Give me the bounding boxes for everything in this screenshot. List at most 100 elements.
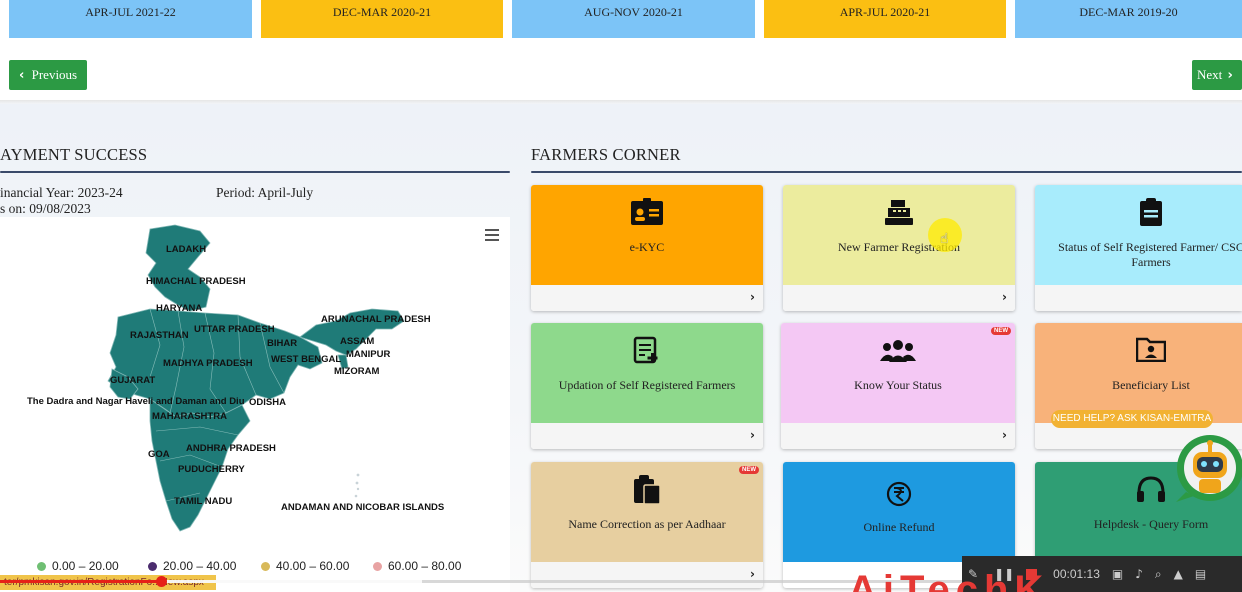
next-label: Next xyxy=(1197,67,1223,82)
financial-year: inancial Year: 2023-24 xyxy=(0,185,123,200)
tile-label: New Farmer Registration xyxy=(838,240,960,254)
installment-period: AUG-NOV 2020-21 xyxy=(584,5,683,19)
state-map-panel: LADAKH HIMACHAL PRADESH HARYANA RAJASTHA… xyxy=(0,217,510,592)
map-label-ladakh: LADAKH xyxy=(166,244,207,255)
payment-title-underline xyxy=(0,171,510,173)
installment-card-4[interactable]: APR-JUL 2020-21 xyxy=(764,0,1006,38)
video-buffer-bar xyxy=(161,580,423,583)
legend-dot-icon xyxy=(37,561,46,571)
tile-label: Know Your Status xyxy=(854,378,942,392)
chat-icon[interactable]: ▤ xyxy=(1195,567,1206,581)
map-label-tamil-nadu: TAMIL NADU xyxy=(174,496,233,507)
map-label-andaman: ANDAMAN AND NICOBAR ISLANDS xyxy=(281,502,445,513)
installment-period: DEC-MAR 2020-21 xyxy=(332,5,432,19)
chatbot-robot-icon[interactable] xyxy=(1172,432,1242,504)
map-label-rajasthan: RAJASTHAN xyxy=(130,330,189,341)
tile-beneficiary-list[interactable]: Beneficiary List xyxy=(1035,323,1242,449)
previous-label: Previous xyxy=(31,67,78,82)
map-label-puducherry: PUDUCHERRY xyxy=(178,464,245,475)
highlight-icon[interactable]: ▲ xyxy=(1174,567,1183,581)
id-card-icon xyxy=(531,198,763,231)
tile-status-self-registered[interactable]: Status of Self Registered Farmer/ CSC Fa… xyxy=(1035,185,1242,311)
cash-register-icon xyxy=(783,198,1015,231)
map-label-arunachal: ARUNACHAL PRADESH xyxy=(321,314,431,325)
users-icon xyxy=(781,339,1015,368)
chevron-right-icon: › xyxy=(750,290,755,304)
tile-label: Name Correction as per Aadhaar xyxy=(568,517,726,531)
chevron-right-icon: › xyxy=(1227,68,1233,83)
tile-know-your-status[interactable]: NEW Know Your Status › xyxy=(781,323,1015,449)
installment-period: APR-JUL 2020-21 xyxy=(839,5,931,19)
chevron-right-icon: › xyxy=(1002,428,1007,442)
installment-card-3[interactable]: AUG-NOV 2020-21 xyxy=(512,0,755,38)
map-north xyxy=(145,224,211,312)
legend-label: 60.00 – 80.00 xyxy=(388,559,462,573)
tile-label: Beneficiary List xyxy=(1112,378,1190,392)
legend-label: 40.00 – 60.00 xyxy=(276,559,350,573)
map-label-manipur: MANIPUR xyxy=(346,349,391,360)
clipboard-icon xyxy=(1035,198,1242,231)
new-badge: NEW xyxy=(739,466,759,474)
map-label-bihar: BIHAR xyxy=(267,338,298,349)
previous-button[interactable]: ‹ Previous xyxy=(9,60,87,90)
map-label-goa: GOA xyxy=(148,449,170,460)
map-label-maharashtra: MAHARASHTRA xyxy=(152,411,227,422)
tile-label: Status of Self Registered Farmer/ CSC Fa… xyxy=(1058,240,1242,269)
legend-label: 20.00 – 40.00 xyxy=(163,559,237,573)
legend-item-4[interactable]: 60.00 – 80.00 xyxy=(373,559,461,573)
legend-dot-icon xyxy=(148,561,157,571)
installment-card-5[interactable]: DEC-MAR 2019-20 xyxy=(1015,0,1242,38)
legend-item-1[interactable]: 0.00 – 20.00 xyxy=(37,559,119,573)
legend-dot-icon xyxy=(373,561,382,571)
tile-label: Helpdesk - Query Form xyxy=(1093,517,1209,531)
hand-cursor-icon: ☝ xyxy=(940,231,949,247)
recording-time: 00:01:13 xyxy=(1053,567,1100,581)
legend-label: 0.00 – 20.00 xyxy=(52,559,119,573)
tile-new-farmer-registration[interactable]: New Farmer Registration › xyxy=(783,185,1015,311)
map-label-uttar-pradesh: UTTAR PRADESH xyxy=(194,324,275,335)
video-progress-fill xyxy=(0,580,162,583)
map-label-dadra: The Dadra and Nagar Haveli and Daman and… xyxy=(27,396,245,407)
installment-card-2[interactable]: DEC-MAR 2020-21 xyxy=(261,0,503,38)
rupee-refund-icon xyxy=(783,480,1015,513)
legend-item-3[interactable]: 40.00 – 60.00 xyxy=(261,559,349,573)
tile-label: e-KYC xyxy=(629,240,665,254)
tile-label: Online Refund xyxy=(863,520,935,534)
tile-updation-self-registered[interactable]: Updation of Self Registered Farmers › xyxy=(531,323,763,449)
installment-card-1[interactable]: APR-JUL 2021-22 xyxy=(9,0,252,38)
folder-user-icon xyxy=(1035,336,1242,367)
map-label-madhya-pradesh: MADHYA PRADESH xyxy=(163,358,253,369)
payment-success-title: AYMENT SUCCESS xyxy=(0,145,148,164)
chevron-left-icon: ‹ xyxy=(19,68,25,83)
next-button[interactable]: Next › xyxy=(1192,60,1242,90)
tile-ekyc[interactable]: e-KYC › xyxy=(531,185,763,311)
map-label-mizoram: MIZORAM xyxy=(334,366,380,377)
installment-period: APR-JUL 2021-22 xyxy=(85,5,176,19)
map-label-himachal: HIMACHAL PRADESH xyxy=(146,276,246,287)
period: Period: April-July xyxy=(216,185,314,200)
microphone-icon[interactable]: ♪ xyxy=(1135,567,1143,581)
farmers-corner-title: FARMERS CORNER xyxy=(531,145,681,164)
paste-icon xyxy=(531,475,763,510)
legend-dot-icon xyxy=(261,561,270,571)
search-icon[interactable]: ⌕ xyxy=(1155,567,1162,582)
new-badge: NEW xyxy=(991,327,1011,335)
map-label-assam: ASSAM xyxy=(340,336,375,347)
legend-item-2[interactable]: 20.00 – 40.00 xyxy=(148,559,236,573)
tile-name-correction[interactable]: NEW Name Correction as per Aadhaar › xyxy=(531,462,763,588)
kisan-emitra-help-badge[interactable]: NEED HELP? ASK KISAN-EMITRA xyxy=(1051,410,1213,428)
overlay-logo-text: AiTechK xyxy=(848,570,1050,592)
chevron-right-icon: › xyxy=(1002,290,1007,304)
farmers-corner-underline xyxy=(531,171,1242,173)
chevron-right-icon: › xyxy=(750,428,755,442)
map-label-andhra: ANDHRA PRADESH xyxy=(186,443,276,454)
camera-icon[interactable]: ▣ xyxy=(1112,567,1123,581)
map-label-odisha: ODISHA xyxy=(249,397,286,408)
tile-label: Updation of Self Registered Farmers xyxy=(558,378,736,392)
as-on-date: s on: 09/08/2023 xyxy=(0,201,91,216)
map-label-west-bengal: WEST BENGAL xyxy=(271,354,342,365)
map-label-haryana: HARYANA xyxy=(156,303,203,314)
edit-document-icon xyxy=(531,336,763,369)
map-label-gujarat: GUJARAT xyxy=(110,375,156,386)
chevron-right-icon: › xyxy=(750,567,755,581)
